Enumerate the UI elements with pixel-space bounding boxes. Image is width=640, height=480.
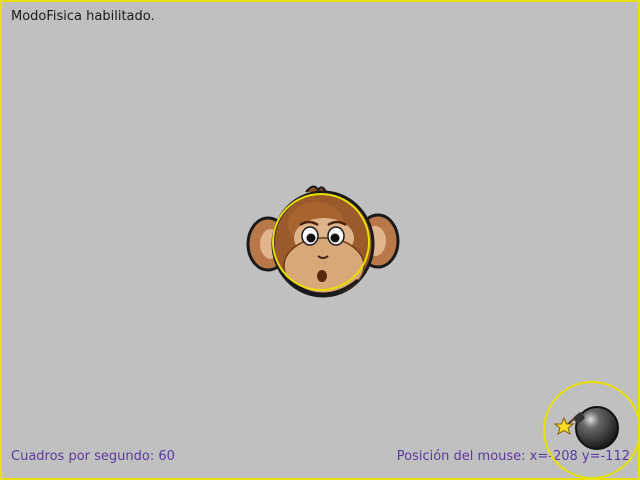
- bomb-actor[interactable]: [538, 378, 640, 480]
- game-canvas[interactable]: ModoFisica habilitado. Cuadros por segun…: [0, 0, 640, 480]
- status-message: ModoFisica habilitado.: [11, 9, 155, 24]
- monkey-icon: [246, 185, 400, 298]
- fps-counter: Cuadros por segundo: 60: [11, 449, 175, 464]
- bomb-icon: [543, 381, 638, 478]
- monkey-actor[interactable]: [246, 184, 402, 308]
